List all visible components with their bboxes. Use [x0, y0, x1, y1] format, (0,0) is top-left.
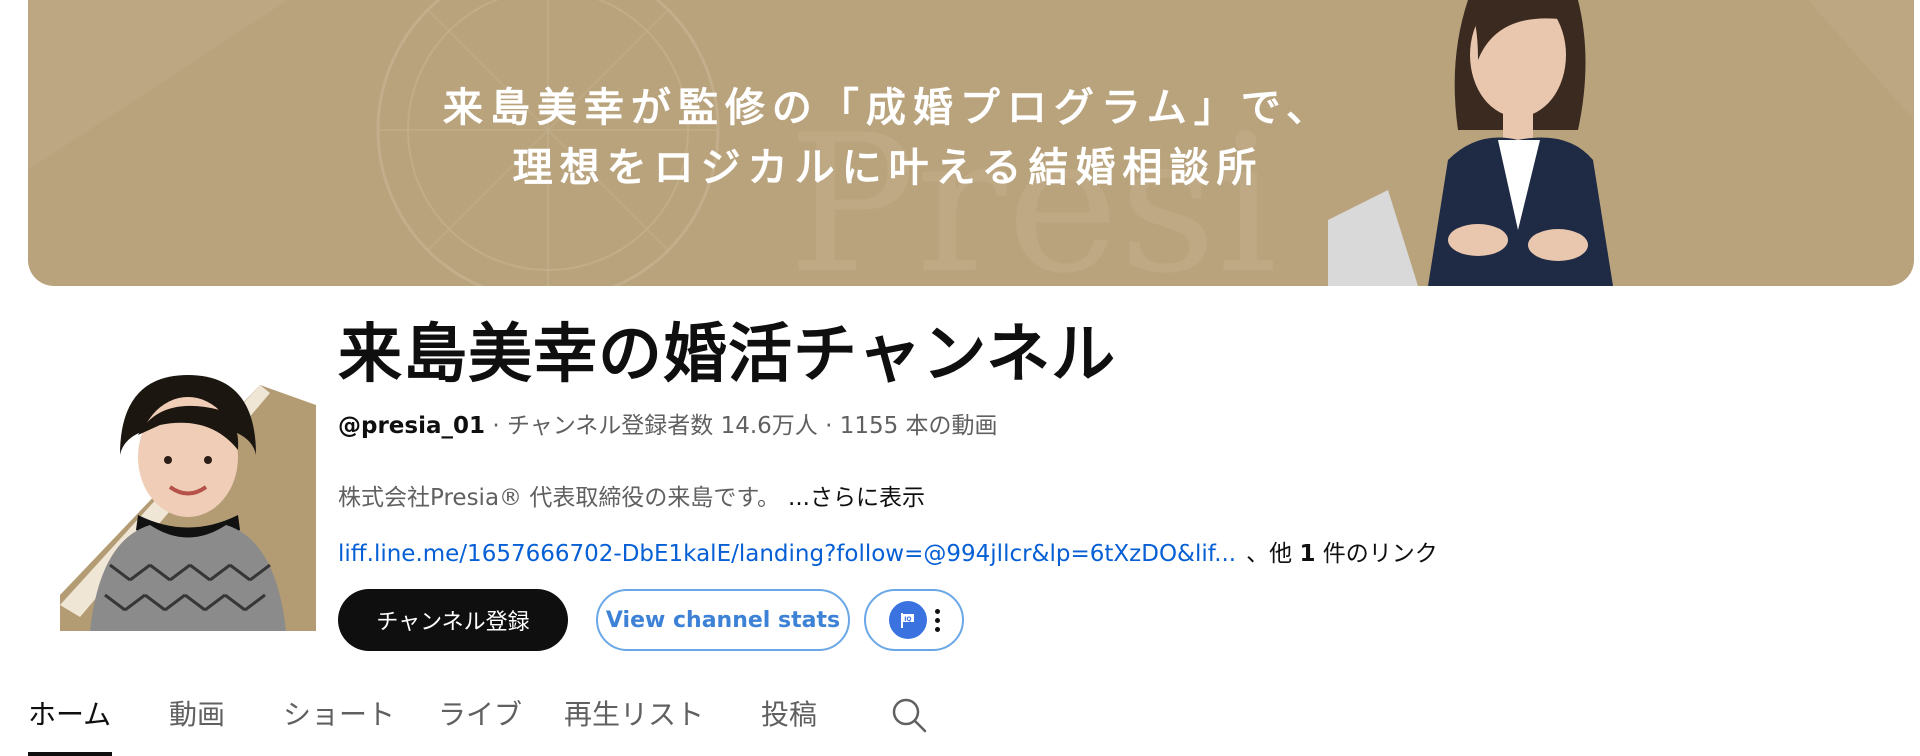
- other-links-prefix: 、他: [1246, 541, 1300, 567]
- svg-text:IQ: IQ: [904, 616, 911, 623]
- channel-link[interactable]: liff.line.me/1657666702-DbE1kalE/landing…: [338, 541, 1236, 567]
- other-links-suffix: 件のリンク: [1315, 541, 1438, 567]
- channel-title: 来島美幸の婚活チャンネル: [338, 318, 1117, 392]
- description-text: 株式会社Presia® 代表取締役の来島です。: [338, 485, 781, 511]
- tab-shorts[interactable]: ショート: [283, 690, 395, 740]
- tab-home[interactable]: ホーム: [28, 690, 111, 740]
- channel-handle: @presia_01: [338, 413, 486, 439]
- banner-line-2: 理想をロジカルに叶える結婚相談所: [512, 144, 1264, 191]
- channel-avatar[interactable]: [60, 365, 316, 631]
- banner-person-photo: [1328, 0, 1648, 286]
- tab-videos[interactable]: 動画: [169, 690, 225, 740]
- channel-banner: Presi 来島美幸が監修の「成婚プログラム」で、 理想をロジカルに叶える結婚相…: [28, 0, 1914, 286]
- active-tab-indicator: [28, 752, 112, 756]
- more-vert-icon[interactable]: [934, 607, 940, 634]
- search-icon: [892, 698, 927, 733]
- banner-line-1: 来島美幸が監修の「成婚プログラム」で、: [442, 84, 1334, 131]
- extension-button[interactable]: IQ: [864, 589, 964, 651]
- extension-flag-icon: IQ: [888, 601, 927, 639]
- subscribe-button[interactable]: チャンネル登録: [338, 589, 568, 651]
- channel-stats-text: · チャンネル登録者数 14.6万人 · 1155 本の動画: [485, 413, 998, 439]
- banner-headline: 来島美幸が監修の「成婚プログラム」で、 理想をロジカルに叶える結婚相談所: [388, 78, 1388, 198]
- tab-live[interactable]: ライブ: [438, 690, 522, 740]
- tab-posts[interactable]: 投稿: [761, 690, 817, 740]
- tab-playlists[interactable]: 再生リスト: [564, 690, 704, 740]
- view-channel-stats-button[interactable]: View channel stats: [596, 589, 850, 651]
- channel-links: liff.line.me/1657666702-DbE1kalE/landing…: [338, 534, 1438, 568]
- search-tab[interactable]: [890, 696, 928, 738]
- other-links-link[interactable]: 、他 1 件のリンク: [1246, 541, 1438, 567]
- other-links-count: 1: [1299, 541, 1316, 567]
- show-more-link[interactable]: ...さらに表示: [788, 485, 925, 511]
- channel-meta: @presia_01 · チャンネル登録者数 14.6万人 · 1155 本の動…: [338, 406, 998, 440]
- channel-description[interactable]: 株式会社Presia® 代表取締役の来島です。 ...さらに表示: [338, 478, 925, 512]
